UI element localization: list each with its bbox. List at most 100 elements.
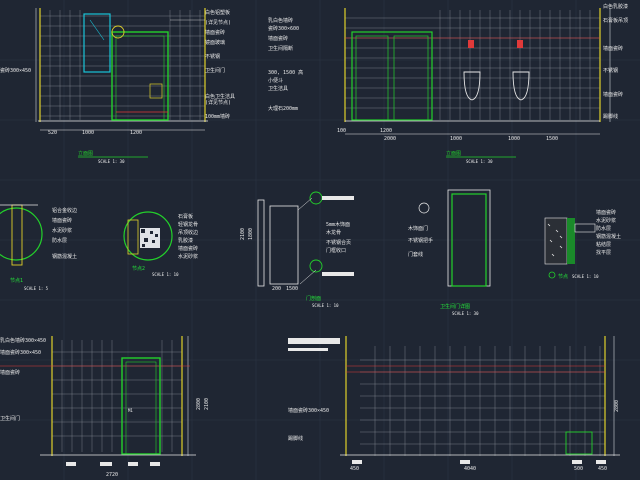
annotation: 大理石200mm — [268, 105, 298, 112]
scale-label: SCALE 1: 5 — [24, 286, 49, 291]
annotation: 墙面瓷砖 — [178, 245, 198, 252]
dimension-label: 200 — [272, 286, 281, 292]
dimension-label: 1200 — [380, 128, 392, 134]
door-tag: M1 — [128, 408, 133, 413]
annotation: 门框收口 — [326, 247, 346, 254]
elevation-a: 白色铝塑板 (详见节点) 墙面瓷砖 镜面玻璃 不锈钢 卫生间门 白色卫生洁具 (… — [0, 8, 235, 164]
annotation: 钢筋混凝土 — [52, 253, 77, 260]
annotation: 石膏板 — [178, 213, 193, 220]
annotation: 不锈钢 — [603, 67, 618, 74]
mirror-outline — [83, 13, 111, 73]
view-title: 卫生间门详图 — [440, 303, 470, 310]
dimension-label: 1000 — [450, 136, 462, 142]
scale-label: SCALE 1: 30 — [466, 159, 493, 164]
dimension-label: 4040 — [464, 466, 476, 472]
annotation: 瓷砖300×450 — [0, 67, 31, 74]
dimension-label: 100 — [337, 128, 346, 134]
dimension-label: 450 — [598, 466, 607, 472]
dimension-label: 2100 — [204, 398, 210, 410]
detail-4-door-frame: 木饰面门 不锈钢把手 门套线 卫生间门详图 SCALE 1: 30 — [408, 189, 491, 316]
view-title: 节点1 — [10, 278, 23, 284]
detail-5-wall-section: 墙面瓷砖 水泥砂浆 防水层 钢筋混凝土 粘结层 找平层 节点 SCALE 1: … — [544, 209, 621, 280]
annotation: 水泥砂浆 — [596, 217, 616, 224]
annotation: 5mm木饰面 — [326, 221, 350, 228]
annotation: 墙面瓷砖 — [205, 29, 225, 36]
annotation: 防水层 — [596, 225, 611, 232]
annotation: 粘结层 — [596, 241, 611, 248]
dimension-label: 1500 — [546, 136, 558, 142]
view-title: 门剖面 — [306, 295, 321, 302]
annotation: 吊顶收边 — [178, 229, 198, 236]
annotation: (详见节点) — [205, 99, 231, 106]
dimension-label: 2720 — [106, 472, 118, 478]
annotation: 墙面瓷砖 — [596, 209, 616, 216]
dimension-label: 1800 — [248, 228, 254, 240]
cad-canvas[interactable]: 白色铝塑板 (详见节点) 墙面瓷砖 镜面玻璃 不锈钢 卫生间门 白色卫生洁具 (… — [0, 0, 640, 480]
annotation: 墙面瓷砖 — [0, 369, 20, 376]
scale-label: SCALE 1: 10 — [572, 274, 599, 279]
urinal — [463, 40, 481, 101]
annotation: 乳白色墙砖300×450 — [0, 337, 46, 344]
dimension-label: 520 — [48, 130, 57, 136]
dimension-label: 1500 — [286, 286, 298, 292]
dimension-label: 2800 — [614, 400, 620, 412]
annotation: 轻钢龙骨 — [178, 221, 198, 228]
dimension-label: 1000 — [82, 130, 94, 136]
annotation: 白色卫生洁具 — [205, 93, 235, 100]
scale-label: SCALE 1: 10 — [152, 272, 179, 277]
annotation: 防水层 — [52, 237, 67, 244]
annotation: 卫生洁具 — [268, 85, 288, 92]
view-title: 立面图 — [446, 150, 461, 157]
urinal — [512, 40, 530, 101]
annotation: 墙面瓷砖 — [603, 91, 623, 98]
title-bar-placeholder — [288, 338, 340, 344]
annotation: 水泥砂浆 — [52, 227, 72, 234]
annotation: 乳白色墙砖 — [268, 17, 293, 24]
scale-label: SCALE 1: 30 — [452, 311, 479, 316]
dimension-label: 1200 — [130, 130, 142, 136]
annotation: 墙面瓷砖300×450 — [288, 407, 329, 414]
cad-drawing-sheet: 白色铝塑板 (详见节点) 墙面瓷砖 镜面玻璃 不锈钢 卫生间门 白色卫生洁具 (… — [0, 0, 640, 480]
annotation: 小便斗 — [268, 77, 283, 84]
elevation-c: M1 乳白色墙砖300×450 墙面瓷砖300×450 墙面瓷砖 卫生间门 28… — [0, 336, 210, 478]
annotation: 钢筋混凝土 — [596, 233, 621, 240]
annotation: 墙面瓷砖300×450 — [0, 349, 41, 356]
dimension-label: 2000 — [384, 136, 396, 142]
annotation: 石膏板吊顶 — [603, 17, 628, 24]
annotation: 墙面瓷砖 — [268, 35, 288, 42]
annotation: 300, 1500 高 — [268, 69, 303, 76]
annotation: 100mm墙砖 — [205, 113, 230, 120]
annotation: 水泥砂浆 — [178, 253, 198, 260]
annotation: 不锈钢把手 — [408, 237, 433, 244]
annotation: 不锈钢合页 — [326, 239, 351, 246]
view-title: 节点2 — [132, 266, 145, 272]
annotation: 镜面玻璃 — [205, 39, 225, 46]
annotation: 墙面瓷砖 — [52, 217, 72, 224]
dimension-label: 1000 — [508, 136, 520, 142]
dimension-label: 500 — [574, 466, 583, 472]
annotation: 卫生间门 — [0, 415, 20, 422]
annotation: 门套线 — [408, 251, 423, 258]
view-title: 立面图 — [78, 150, 93, 157]
annotation: 白色乳胶漆 — [603, 3, 628, 10]
cubicle-outline — [351, 31, 433, 121]
dimension-label: 2800 — [196, 398, 202, 410]
annotation: 找平层 — [596, 249, 611, 256]
annotation: 铝合金收边 — [52, 207, 77, 214]
annotation: (详见节点) — [205, 19, 231, 26]
dimension-label: 2100 — [240, 228, 246, 240]
annotation: 踢脚线 — [603, 113, 618, 120]
annotation: 卫生间隔断 — [268, 45, 293, 52]
detail-3-door-section: 2100 1800 200 1500 5mm木饰面 木龙骨 不锈钢合页 门框收口… — [240, 191, 354, 308]
annotation: 乳胶漆 — [178, 237, 193, 244]
annotation: 木饰面门 — [408, 225, 428, 232]
detail-1: 铝合金收边 墙面瓷砖 水泥砂浆 防水层 钢筋混凝土 节点1 SCALE 1: 5 — [0, 204, 77, 291]
annotation: 白色铝塑板 — [205, 9, 230, 16]
dimension-label: 450 — [350, 466, 359, 472]
annotation: 墙面瓷砖 — [603, 45, 623, 52]
view-title: 节点 — [558, 274, 568, 280]
annotation: 不锈钢 — [205, 53, 220, 60]
scale-label: SCALE 1: 10 — [312, 303, 339, 308]
annotation: 踢脚线 — [288, 435, 303, 442]
elevation-d: 墙面瓷砖300×450 踢脚线 2800 450 4040 500 450 — [288, 336, 620, 472]
